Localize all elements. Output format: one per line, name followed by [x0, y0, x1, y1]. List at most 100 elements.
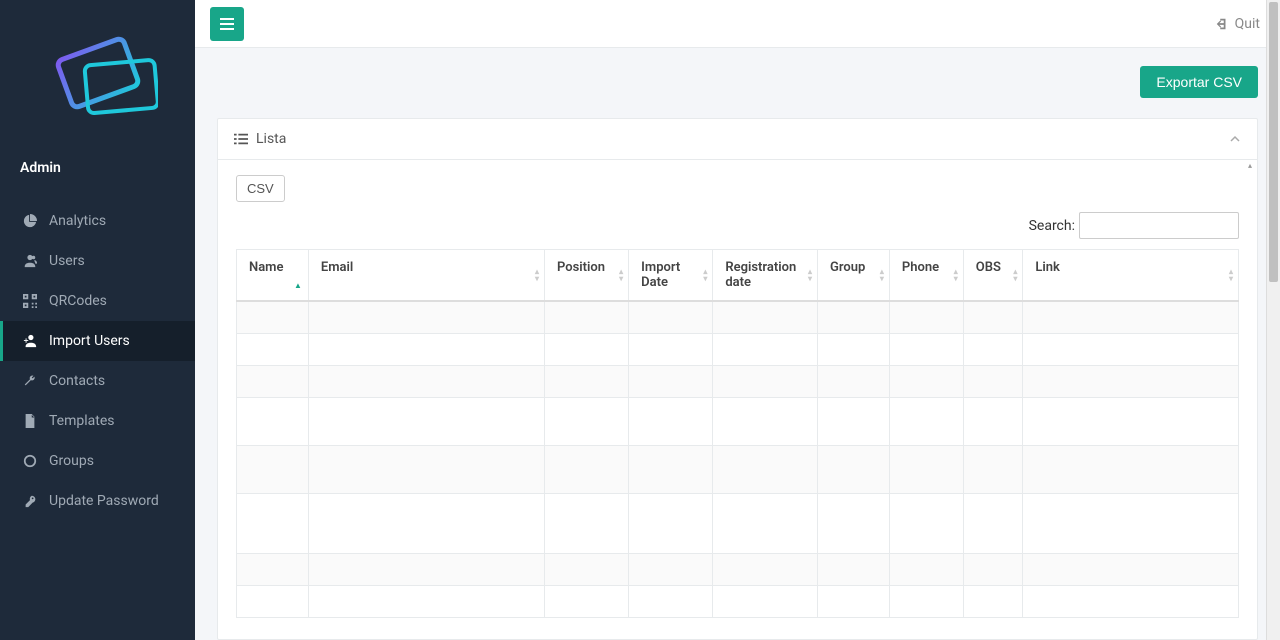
column-header-email[interactable]: Email▴▾ [308, 250, 544, 302]
table-cell [237, 397, 309, 445]
sidebar-item-groups[interactable]: Groups [0, 441, 195, 481]
table-row[interactable] [237, 333, 1239, 365]
column-header-registration-date[interactable]: Registration date▴▾ [713, 250, 818, 302]
table-cell [963, 445, 1023, 493]
table-cell [889, 585, 963, 617]
chevron-up-icon[interactable] [1229, 133, 1241, 145]
card-body: CSV ▴ Search: Name Email▴▾ Position▴▾ [218, 160, 1257, 639]
table-row[interactable] [237, 397, 1239, 445]
scrollbar-thumb[interactable] [1269, 2, 1278, 282]
table-cell [629, 585, 713, 617]
table-cell [544, 301, 628, 333]
table-cell [889, 301, 963, 333]
circle-icon [23, 454, 37, 468]
logo-area [0, 0, 195, 145]
quit-link[interactable]: Quit [1215, 16, 1260, 32]
column-header-position[interactable]: Position▴▾ [544, 250, 628, 302]
table-cell [963, 585, 1023, 617]
table-cell [713, 301, 818, 333]
table-row[interactable] [237, 365, 1239, 397]
table-scrollbar[interactable]: ▴ [1245, 160, 1255, 639]
csv-button[interactable]: CSV [236, 175, 285, 202]
table-cell [963, 301, 1023, 333]
table-row[interactable] [237, 493, 1239, 553]
table-cell [818, 333, 890, 365]
sidebar-item-label: Analytics [49, 213, 106, 229]
search-row: Search: [236, 212, 1239, 239]
menu-toggle-button[interactable] [210, 7, 244, 41]
column-header-name[interactable]: Name [237, 250, 309, 302]
table-row[interactable] [237, 445, 1239, 493]
table-cell [629, 445, 713, 493]
topbar: Quit [195, 0, 1280, 48]
sidebar: Admin Analytics Users QRCodes [0, 0, 195, 640]
table-cell [237, 445, 309, 493]
pie-chart-icon [23, 214, 37, 228]
table-cell [544, 333, 628, 365]
column-header-link[interactable]: Link▴▾ [1023, 250, 1239, 302]
table-cell [713, 365, 818, 397]
data-table: Name Email▴▾ Position▴▾ Import Date▴▾ Re… [236, 249, 1239, 618]
table-cell [818, 445, 890, 493]
hamburger-icon [220, 18, 234, 30]
sidebar-item-analytics[interactable]: Analytics [0, 201, 195, 241]
sidebar-item-label: Templates [49, 413, 115, 429]
table-cell [1023, 493, 1239, 553]
column-header-phone[interactable]: Phone▴▾ [889, 250, 963, 302]
table-cell [544, 493, 628, 553]
table-cell [889, 365, 963, 397]
table-cell [713, 585, 818, 617]
table-cell [963, 365, 1023, 397]
table-cell [544, 445, 628, 493]
table-cell [713, 397, 818, 445]
table-cell [1023, 365, 1239, 397]
table-cell [713, 445, 818, 493]
column-header-import-date[interactable]: Import Date▴▾ [629, 250, 713, 302]
key-icon [23, 494, 37, 508]
wrench-icon [23, 374, 37, 388]
table-cell [713, 493, 818, 553]
search-input[interactable] [1079, 212, 1239, 239]
table-cell [237, 365, 309, 397]
table-cell [818, 493, 890, 553]
export-csv-button[interactable]: Exportar CSV [1140, 66, 1258, 98]
qrcode-icon [23, 294, 37, 308]
sidebar-item-contacts[interactable]: Contacts [0, 361, 195, 401]
sidebar-item-label: Groups [49, 453, 94, 469]
sidebar-item-import-users[interactable]: Import Users [0, 321, 195, 361]
main-content: Quit Exportar CSV Lista CSV ▴ [195, 0, 1280, 640]
page-scrollbar[interactable] [1266, 0, 1280, 640]
column-header-obs[interactable]: OBS▴▾ [963, 250, 1023, 302]
sidebar-item-label: Users [49, 253, 85, 269]
app-logo [38, 23, 158, 123]
users-icon [23, 254, 37, 268]
table-cell [629, 301, 713, 333]
sidebar-item-update-password[interactable]: Update Password [0, 481, 195, 521]
table-cell [818, 365, 890, 397]
table-cell [237, 553, 309, 585]
user-plus-icon [23, 334, 37, 348]
table-cell [237, 333, 309, 365]
search-label: Search: [1029, 218, 1075, 234]
file-icon [23, 414, 37, 428]
table-cell [237, 301, 309, 333]
sidebar-item-templates[interactable]: Templates [0, 401, 195, 441]
table-cell [889, 397, 963, 445]
table-cell [1023, 301, 1239, 333]
table-cell [308, 553, 544, 585]
table-cell [629, 493, 713, 553]
table-cell [544, 397, 628, 445]
sidebar-user: Admin [0, 145, 195, 201]
table-cell [629, 397, 713, 445]
sidebar-item-qrcodes[interactable]: QRCodes [0, 281, 195, 321]
table-cell [308, 301, 544, 333]
table-cell [629, 553, 713, 585]
table-cell [308, 585, 544, 617]
table-cell [713, 553, 818, 585]
sidebar-item-users[interactable]: Users [0, 241, 195, 281]
table-row[interactable] [237, 553, 1239, 585]
table-row[interactable] [237, 301, 1239, 333]
table-row[interactable] [237, 585, 1239, 617]
sign-out-icon [1215, 17, 1229, 31]
column-header-group[interactable]: Group▴▾ [818, 250, 890, 302]
